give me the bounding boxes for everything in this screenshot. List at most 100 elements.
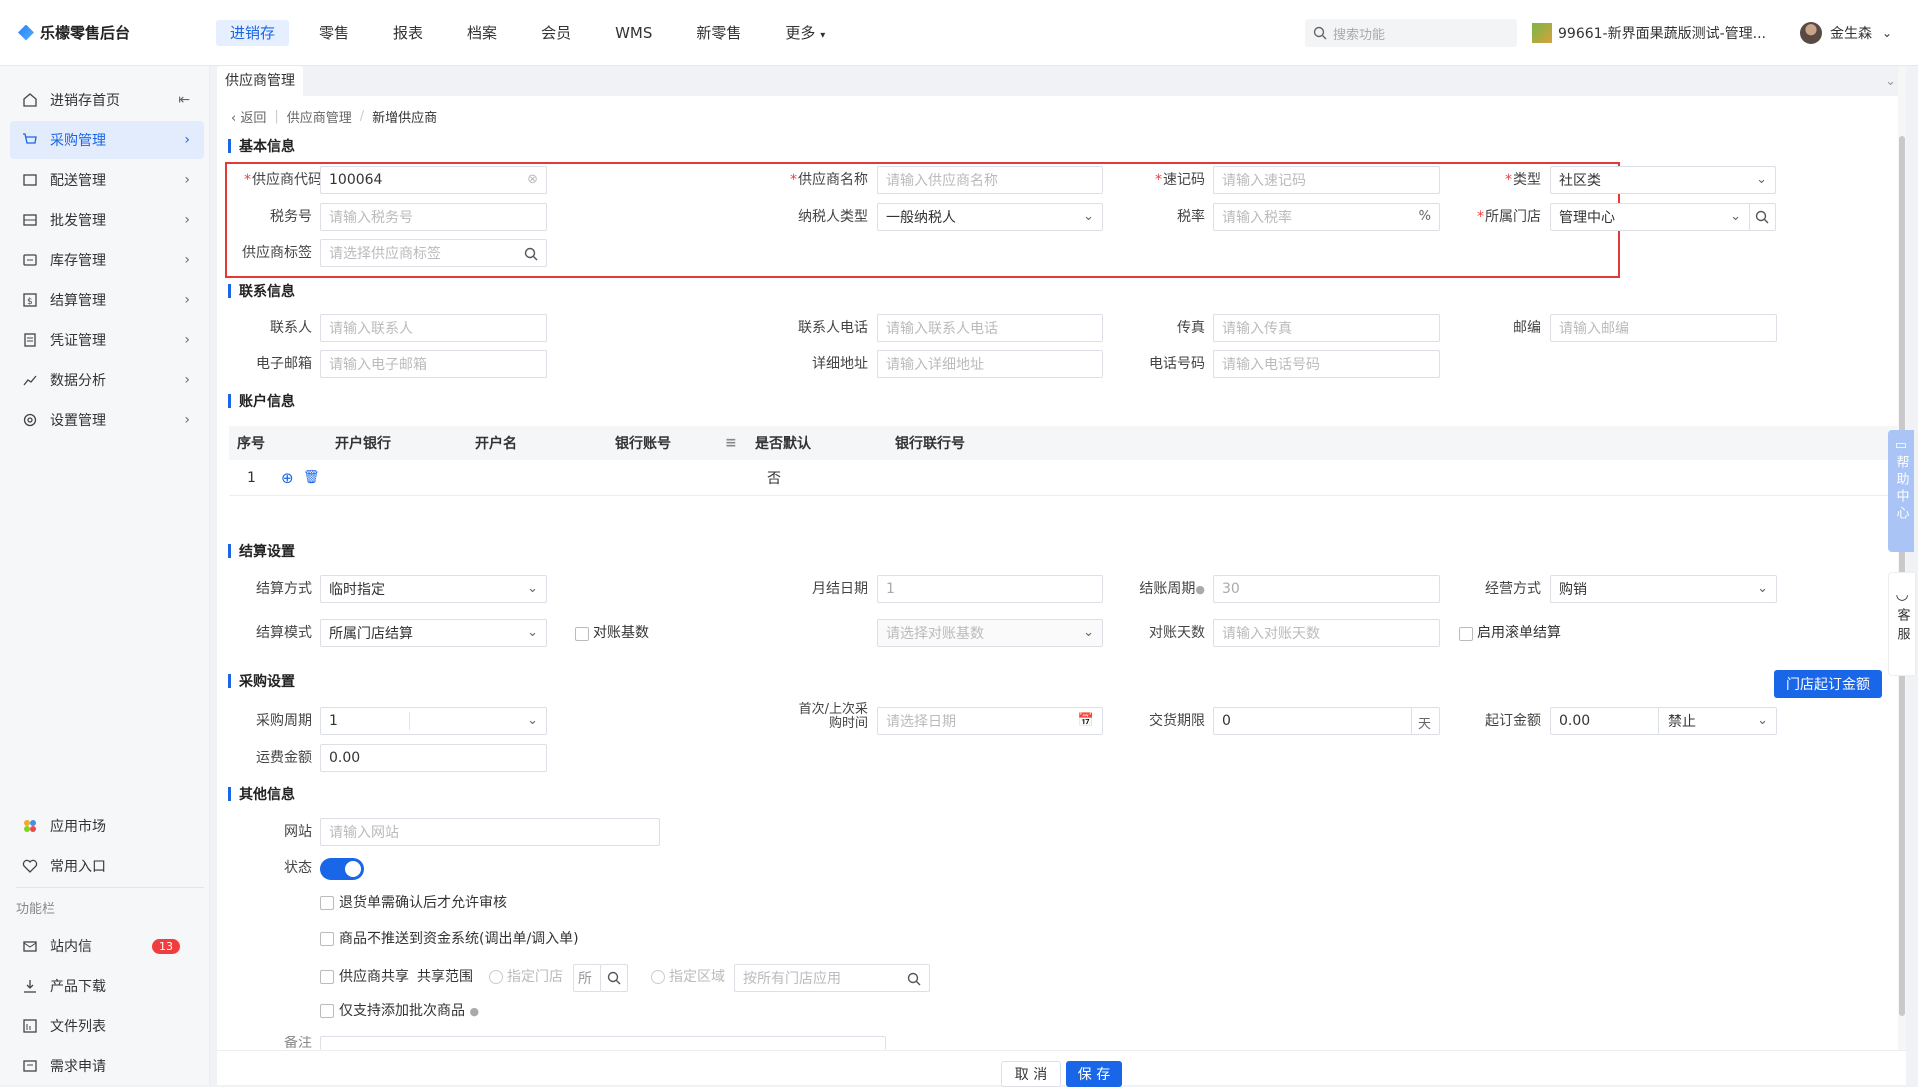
supplier-code-input[interactable]: 100064 ⊗ — [320, 166, 547, 194]
no-push-checkbox[interactable] — [320, 932, 334, 946]
settle-mode-select[interactable]: 所属门店结算 ⌄ — [320, 619, 547, 647]
month-day-input[interactable]: 1 — [877, 575, 1103, 603]
tab-supplier-mgmt[interactable]: 供应商管理 — [217, 66, 303, 96]
column-menu-icon[interactable]: ≡ — [725, 435, 737, 451]
quick-code-input[interactable]: 请输入速记码 — [1213, 166, 1440, 194]
topnav-report[interactable]: 报表 — [371, 0, 445, 66]
sidebar-item-wholesale[interactable]: 批发管理 › — [10, 201, 204, 239]
sidebar-item-app-market[interactable]: 应用市场 — [10, 807, 204, 845]
contact-person-input[interactable]: 请输入联系人 — [320, 314, 547, 342]
chevron-down-icon[interactable]: ⌄ — [1885, 74, 1896, 89]
share-checkbox[interactable] — [320, 970, 334, 984]
sidebar-item-download[interactable]: 产品下载 — [10, 967, 204, 1005]
supplier-tag-input[interactable]: 请选择供应商标签 — [320, 239, 547, 267]
topnav-more[interactable]: 更多 ▾ — [763, 0, 847, 66]
tax-rate-input[interactable]: 请输入税率% — [1213, 203, 1440, 231]
search-placeholder: 搜索功能 — [1333, 27, 1386, 43]
fax-input[interactable]: 请输入传真 — [1213, 314, 1440, 342]
chevron-down-icon: ⌄ — [1882, 26, 1893, 40]
sidebar-item-home[interactable]: 进销存首页 ⇤ — [10, 81, 204, 119]
chevron-down-icon: ⌄ — [527, 581, 538, 596]
add-row-icon[interactable]: ⊕ — [281, 469, 294, 487]
recon-days-input[interactable]: 请输入对账天数 — [1213, 619, 1440, 647]
address-input[interactable]: 请输入详细地址 — [877, 350, 1103, 378]
type-select[interactable]: 社区类 ⌄ — [1550, 166, 1776, 194]
breadcrumb-parent[interactable]: 供应商管理 — [287, 107, 352, 126]
biz-mode-select[interactable]: 购销 ⌄ — [1550, 575, 1777, 603]
batch-only-checkbox[interactable] — [320, 1004, 334, 1018]
user-menu[interactable]: 金生森 ⌄ — [1800, 19, 1892, 47]
store-search-button[interactable] — [1749, 203, 1776, 231]
min-mode-select[interactable]: 禁止 — [1668, 711, 1696, 731]
sidebar-item-analytics[interactable]: 数据分析 › — [10, 361, 204, 399]
deliver-input[interactable]: 0天 — [1213, 707, 1440, 735]
settle-method-select[interactable]: 临时指定 ⌄ — [320, 575, 547, 603]
radio-store[interactable] — [489, 970, 503, 984]
remark-input[interactable] — [320, 1036, 886, 1050]
sidebar-item-purchase[interactable]: 采购管理 › — [10, 121, 204, 159]
cycle-input[interactable]: 30 — [1213, 575, 1440, 603]
taxpayer-select[interactable]: 一般纳税人 ⌄ — [877, 203, 1103, 231]
zip-input[interactable]: 请输入邮编 — [1550, 314, 1777, 342]
rate-label: 税率 — [1177, 209, 1205, 225]
no-push-label: 商品不推送到资金系统(调出单/调入单) — [339, 931, 579, 947]
month-day-label: 月结日期 — [812, 581, 868, 597]
batch-only-label: 仅支持添加批次商品 ● — [339, 1003, 480, 1019]
sidebar-item-settlement[interactable]: $ 结算管理 › — [10, 281, 204, 319]
recon-base-checkbox[interactable] — [575, 627, 589, 641]
store-min-amount-button[interactable]: 门店起订金额 — [1774, 670, 1882, 698]
tel-input[interactable]: 请输入电话号码 — [1213, 350, 1440, 378]
recon-base-label: 对账基数 — [593, 625, 649, 641]
sidebar-item-inbox[interactable]: 站内信 13 — [10, 927, 204, 965]
return-confirm-label: 退货单需确认后才允许审核 — [339, 895, 507, 911]
topnav-jxc[interactable]: 进销存 — [208, 0, 297, 66]
topnav-new-retail[interactable]: 新零售 — [674, 0, 763, 66]
back-link[interactable]: ‹ 返回 — [231, 107, 266, 126]
collapse-icon[interactable]: ⇤ — [178, 92, 190, 108]
topnav-wms[interactable]: WMS — [593, 0, 674, 66]
cancel-button[interactable]: 取 消 — [1001, 1061, 1061, 1087]
topnav-member[interactable]: 会员 — [519, 0, 593, 66]
purchase-cycle-select[interactable]: 1 ⌄ — [320, 707, 547, 735]
return-confirm-checkbox[interactable] — [320, 896, 334, 910]
recon-base-select[interactable]: 请选择对账基数 ⌄ — [877, 619, 1103, 647]
rolling-settle-checkbox[interactable] — [1459, 627, 1473, 641]
freight-input[interactable]: 0.00 — [320, 744, 547, 772]
sidebar-item-settings[interactable]: 设置管理 › — [10, 401, 204, 439]
purchase-date-picker[interactable]: 请选择日期 📅 — [877, 707, 1103, 735]
sidebar-item-files[interactable]: 文件列表 — [10, 1007, 204, 1045]
min-amount-input[interactable]: 0.00 禁止 ⌄ — [1550, 707, 1777, 735]
search-input[interactable]: 搜索功能 — [1305, 19, 1517, 47]
chevron-right-icon: › — [184, 372, 190, 388]
store-pick-search-button[interactable] — [600, 964, 628, 992]
contact-phone-input[interactable]: 请输入联系人电话 — [877, 314, 1103, 342]
region-input[interactable]: 按所有门店应用 — [734, 964, 930, 992]
help-center-button[interactable]: ▭ 帮助中心 — [1888, 430, 1914, 552]
delete-icon[interactable]: 🗑 — [303, 470, 320, 485]
sidebar-item-delivery[interactable]: 配送管理 › — [10, 161, 204, 199]
brand-logo-icon — [18, 24, 34, 41]
store-pick-input[interactable]: 所 — [573, 964, 601, 992]
customer-service-button[interactable]: ◡ 客服 — [1888, 572, 1916, 676]
shop-selector[interactable]: 99661-新界面果蔬版测试-管理... — [1532, 19, 1766, 47]
tax-label: 税务号 — [270, 209, 312, 225]
sidebar-item-voucher[interactable]: 凭证管理 › — [10, 321, 204, 359]
brand[interactable]: 乐檬零售后台 — [18, 22, 130, 43]
save-button[interactable]: 保 存 — [1066, 1061, 1122, 1087]
email-field[interactable]: 请输入电子邮箱 — [320, 350, 547, 378]
supplier-name-input[interactable]: 请输入供应商名称 — [877, 166, 1103, 194]
status-toggle[interactable] — [320, 858, 364, 880]
topnav-retail[interactable]: 零售 — [297, 0, 371, 66]
tax-id-input[interactable]: 请输入税务号 — [320, 203, 547, 231]
scrollbar[interactable] — [1898, 66, 1906, 1050]
website-input[interactable]: 请输入网站 — [320, 818, 660, 846]
col-bank-code: 银行联行号 — [895, 436, 965, 452]
topnav-archive[interactable]: 档案 — [445, 0, 519, 66]
sidebar-item-inventory[interactable]: 库存管理 › — [10, 241, 204, 279]
taxpayer-label: 纳税人类型 — [798, 209, 868, 225]
store-select[interactable]: 管理中心 ⌄ — [1550, 203, 1750, 231]
radio-region[interactable] — [651, 970, 665, 984]
sidebar-item-favorites[interactable]: 常用入口 — [10, 847, 204, 885]
sidebar-item-request[interactable]: 需求申请 — [10, 1047, 204, 1085]
clear-icon[interactable]: ⊗ — [527, 172, 538, 187]
